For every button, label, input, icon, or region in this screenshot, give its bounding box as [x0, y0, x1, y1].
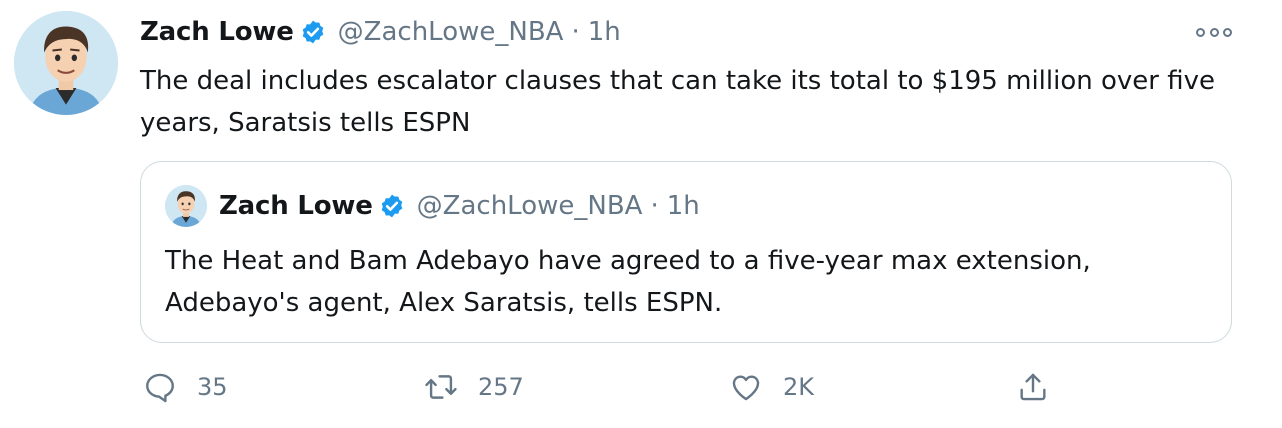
quoted-tweet-timestamp: 1h: [666, 191, 700, 221]
retweet-icon: [425, 375, 457, 399]
avatar-portrait-icon: [165, 185, 207, 227]
retweet-button[interactable]: 257: [424, 362, 524, 412]
share-icon: [1020, 373, 1046, 401]
verified-badge-icon: [302, 20, 323, 44]
separator-dot: ·: [650, 191, 659, 221]
like-button[interactable]: 2K: [729, 362, 814, 412]
like-count: 2K: [783, 373, 815, 401]
retweet-count: 257: [478, 373, 524, 401]
tweet-actions-bar: 35 257 2K: [0, 362, 1282, 412]
separator-dot: ·: [571, 17, 580, 47]
more-dot: [1196, 27, 1205, 37]
reply-button[interactable]: 35: [143, 362, 228, 412]
heart-icon: [732, 375, 760, 401]
more-options-icon[interactable]: [1196, 24, 1232, 40]
tweet-header: Zach Lowe @ZachLowe_NBA · 1h: [140, 12, 621, 52]
quoted-tweet[interactable]: Zach Lowe @ZachLowe_NBA · 1h The Heat an…: [140, 161, 1232, 343]
author-avatar[interactable]: [14, 11, 118, 115]
tweet-text: The deal includes escalator clauses that…: [140, 66, 1215, 138]
author-name[interactable]: Zach Lowe: [140, 17, 294, 47]
more-dot: [1209, 27, 1219, 37]
tweet-card: Zach Lowe @ZachLowe_NBA · 1h The deal in…: [0, 0, 1282, 428]
author-handle[interactable]: @ZachLowe_NBA: [338, 17, 564, 47]
avatar-portrait-icon: [14, 11, 118, 115]
share-button[interactable]: [1016, 362, 1050, 412]
quoted-tweet-text: The Heat and Bam Adebayo have agreed to …: [165, 246, 1091, 318]
tweet-timestamp[interactable]: 1h: [588, 17, 621, 47]
quoted-author-avatar: [165, 185, 207, 227]
verified-badge-icon: [381, 194, 402, 218]
quoted-tweet-header: Zach Lowe @ZachLowe_NBA · 1h: [165, 184, 700, 228]
more-dot: [1223, 27, 1232, 37]
reply-count: 35: [197, 373, 228, 401]
quoted-author-handle: @ZachLowe_NBA: [416, 191, 643, 221]
reply-icon: [146, 373, 174, 403]
quoted-author-name: Zach Lowe: [219, 191, 373, 221]
